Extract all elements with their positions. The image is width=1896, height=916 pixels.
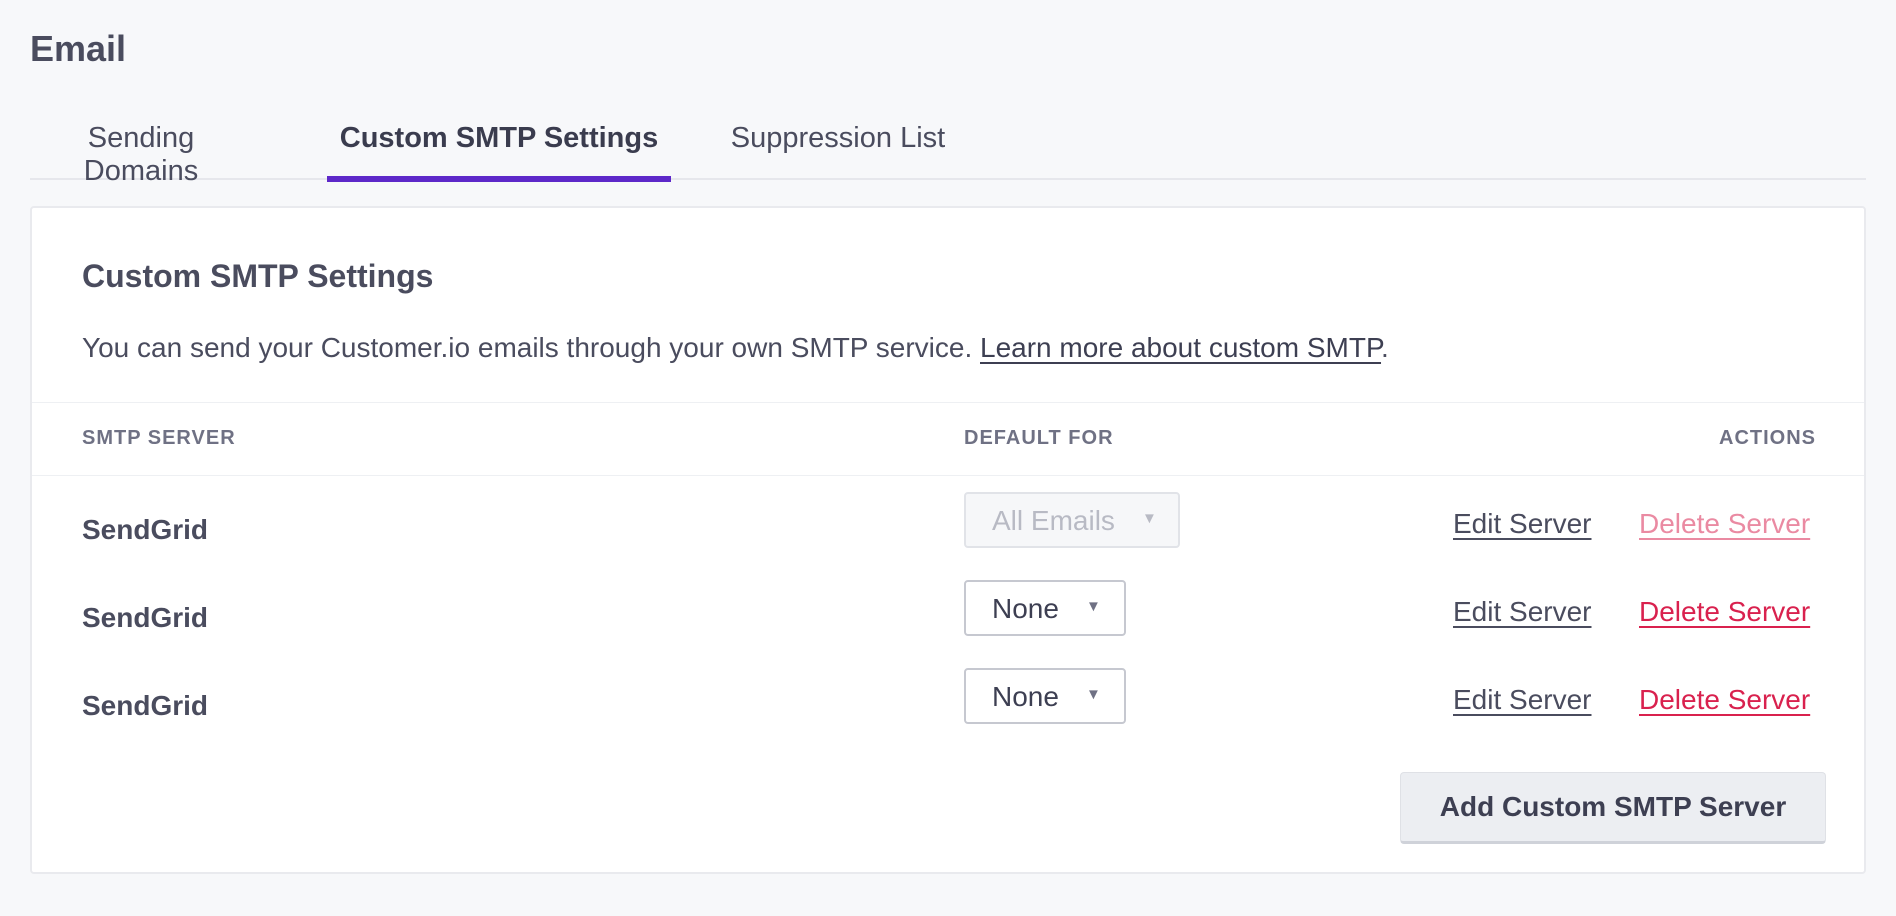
server-name: SendGrid [82, 602, 209, 633]
default-for-select[interactable]: None ▼ [964, 668, 1126, 724]
table-row: SendGrid All Emails ▼ Edit Server Delete… [32, 492, 1864, 562]
column-header-actions: ACTIONS [1719, 427, 1816, 449]
tab-sending-domains[interactable]: Sending Domains [46, 110, 236, 187]
card-title: Custom SMTP Settings [82, 258, 434, 294]
server-name: SendGrid [82, 690, 209, 721]
default-for-value: None [992, 681, 1059, 712]
delete-server-link: Delete Server [1639, 508, 1811, 539]
table-header: SMTP SERVER DEFAULT FOR ACTIONS [32, 402, 1864, 476]
table-row: SendGrid None ▼ Edit Server Delete Serve… [32, 580, 1864, 650]
learn-more-link[interactable]: Learn more about custom SMTP [980, 332, 1381, 363]
email-settings-page: Email Sending Domains Custom SMTP Settin… [0, 0, 1896, 916]
default-for-select: All Emails ▼ [964, 492, 1180, 548]
default-for-value: All Emails [992, 505, 1115, 536]
edit-server-link[interactable]: Edit Server [1453, 596, 1592, 628]
description-text: You can send your Customer.io emails thr… [82, 332, 973, 363]
tab-bar: Sending Domains Custom SMTP Settings Sup… [30, 110, 1866, 187]
caret-down-icon: ▼ [1142, 510, 1157, 527]
card-description: You can send your Customer.io emails thr… [82, 332, 1389, 364]
server-name: SendGrid [82, 514, 209, 545]
tab-suppression-list[interactable]: Suppression List [727, 110, 949, 180]
delete-server-link[interactable]: Delete Server [1639, 596, 1810, 628]
column-header-default-for: DEFAULT FOR [964, 427, 1114, 449]
table-row: SendGrid None ▼ Edit Server Delete Serve… [32, 668, 1864, 738]
edit-server-link[interactable]: Edit Server [1453, 684, 1592, 716]
description-suffix: . [1381, 332, 1389, 363]
column-header-smtp-server: SMTP SERVER [82, 427, 236, 449]
delete-server-link[interactable]: Delete Server [1639, 684, 1810, 716]
add-custom-smtp-server-button[interactable]: Add Custom SMTP Server [1400, 772, 1826, 844]
caret-down-icon: ▼ [1086, 598, 1101, 615]
smtp-settings-card: Custom SMTP Settings You can send your C… [30, 206, 1866, 874]
edit-server-link[interactable]: Edit Server [1453, 508, 1592, 540]
caret-down-icon: ▼ [1086, 686, 1101, 703]
default-for-value: None [992, 593, 1059, 624]
page-title: Email [30, 28, 127, 69]
default-for-select[interactable]: None ▼ [964, 580, 1126, 636]
tab-custom-smtp-settings[interactable]: Custom SMTP Settings [327, 110, 671, 182]
